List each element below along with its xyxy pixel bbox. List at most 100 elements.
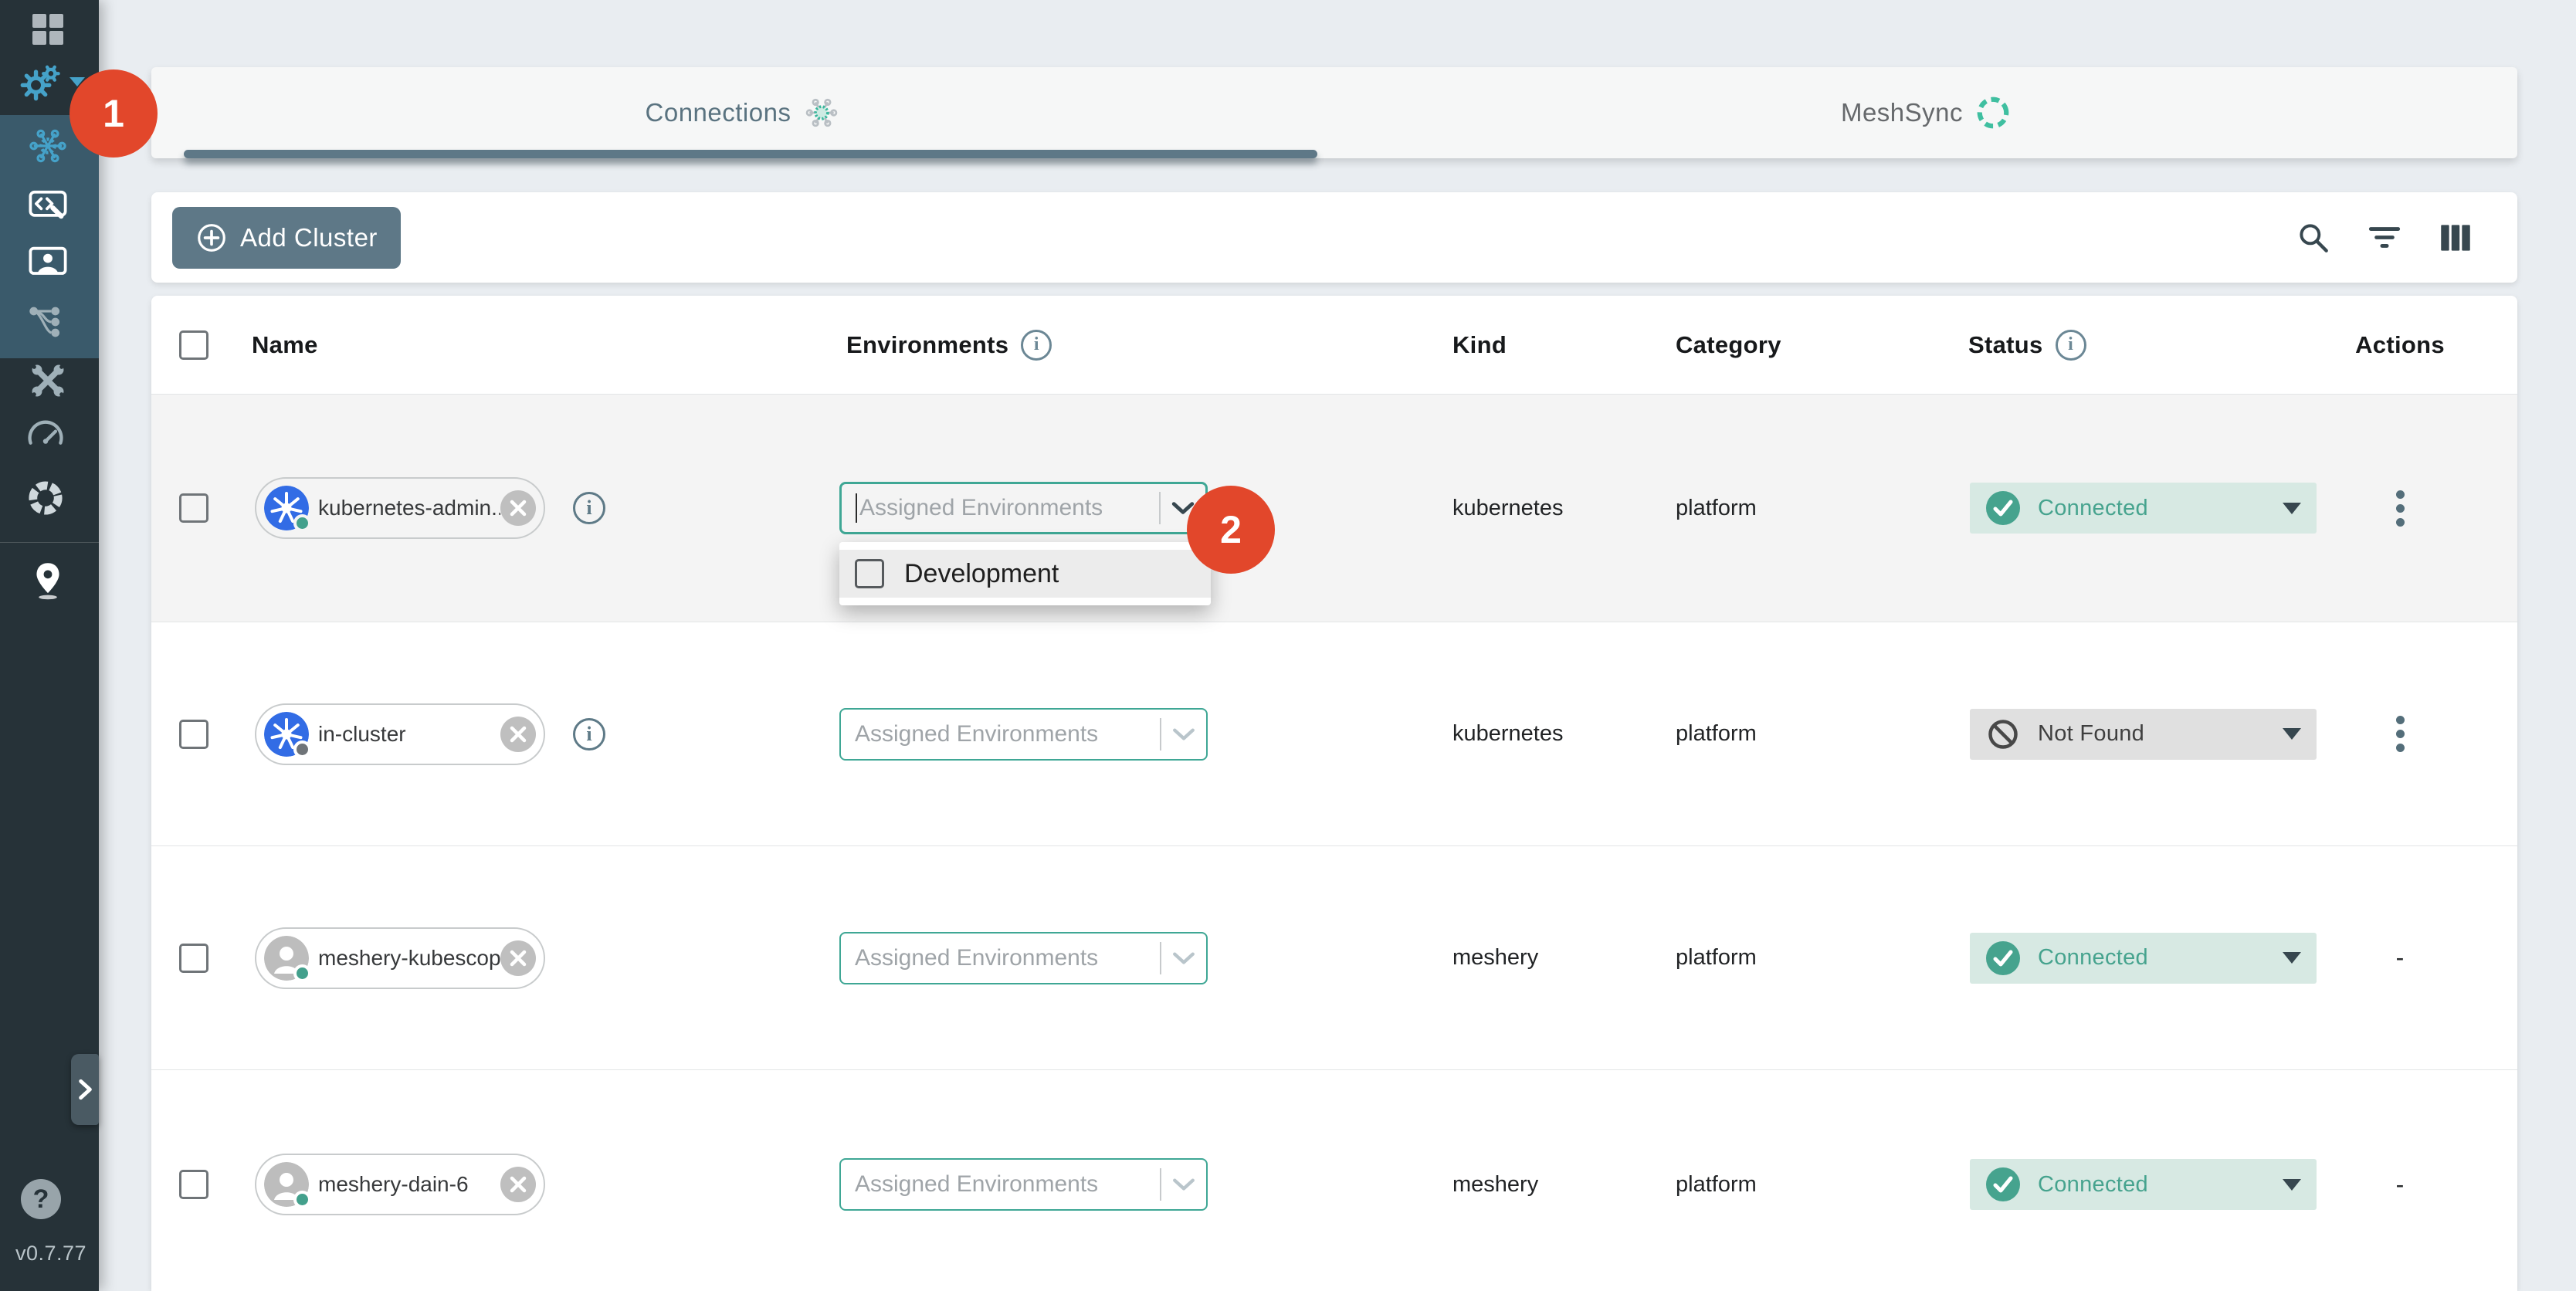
no-actions-placeholder: - bbox=[2396, 944, 2405, 972]
tab-connections[interactable]: Connections bbox=[151, 67, 1334, 158]
plus-circle-icon bbox=[195, 222, 228, 254]
app-version: v0.7.77 bbox=[15, 1242, 86, 1266]
environments-select[interactable]: Assigned Environments bbox=[839, 1158, 1208, 1211]
annotation-badge-2: 2 bbox=[1187, 486, 1275, 574]
sidebar-expand-button[interactable] bbox=[71, 1054, 99, 1125]
table-row: in-cluster i Assigned Environments bbox=[151, 622, 2517, 845]
connections-mesh-icon[interactable] bbox=[26, 124, 69, 168]
row-checkbox[interactable] bbox=[179, 1170, 208, 1199]
column-header-name: Name bbox=[236, 331, 831, 359]
select-divider bbox=[1160, 942, 1161, 974]
table-row: meshery-dain-6 Assigned Environments bbox=[151, 1069, 2517, 1291]
category-cell: platform bbox=[1649, 945, 1920, 971]
table-header-row: Name Environments i Kind Category Status… bbox=[151, 296, 2517, 394]
connection-chip[interactable]: kubernetes-admin... bbox=[255, 477, 545, 539]
connection-info-icon[interactable]: i bbox=[573, 492, 605, 524]
connections-mesh-icon bbox=[803, 94, 840, 131]
info-icon[interactable]: i bbox=[2056, 330, 2086, 361]
environments-dropdown-menu: Development bbox=[839, 542, 1211, 605]
table-toolbar: Add Cluster bbox=[151, 192, 2517, 283]
toolbox-wrenches-icon[interactable] bbox=[26, 359, 69, 402]
column-header-category: Category bbox=[1649, 331, 1920, 359]
category-cell: platform bbox=[1649, 496, 1920, 521]
performance-gauge-icon[interactable] bbox=[24, 414, 67, 457]
status-dropdown[interactable]: Connected bbox=[1970, 933, 2317, 984]
toolbar-actions bbox=[2293, 218, 2476, 258]
connection-name: kubernetes-admin... bbox=[309, 496, 500, 520]
status-dropdown[interactable]: Not Found bbox=[1970, 709, 2317, 760]
row-actions-menu-icon[interactable] bbox=[2390, 484, 2411, 533]
status-label: Connected bbox=[2038, 945, 2148, 971]
text-cursor bbox=[856, 493, 857, 523]
category-cell: platform bbox=[1649, 721, 1920, 747]
connection-info-icon[interactable]: i bbox=[573, 718, 605, 751]
code-playground-icon[interactable] bbox=[26, 184, 69, 227]
check-circle-icon bbox=[1985, 490, 2021, 526]
location-pin-icon[interactable] bbox=[26, 560, 69, 603]
delete-connection-icon[interactable] bbox=[500, 717, 536, 752]
table-row: kubernetes-admin... i Assigned Environme… bbox=[151, 394, 2517, 622]
filter-icon[interactable] bbox=[2364, 218, 2405, 258]
chevron-down-icon[interactable] bbox=[1172, 727, 1195, 742]
environments-placeholder: Assigned Environments bbox=[855, 721, 1155, 747]
delete-connection-icon[interactable] bbox=[500, 940, 536, 976]
user-avatar-icon bbox=[264, 1162, 309, 1207]
connections-table: Name Environments i Kind Category Status… bbox=[151, 296, 2517, 1291]
tab-meshsync[interactable]: MeshSync bbox=[1334, 67, 2517, 158]
delete-connection-icon[interactable] bbox=[500, 490, 536, 526]
apps-grid-icon[interactable] bbox=[30, 12, 66, 47]
main-content: Connections MeshSync bbox=[99, 0, 2576, 1291]
category-cell: platform bbox=[1649, 1172, 1920, 1198]
faceted-ring-icon[interactable] bbox=[24, 476, 67, 520]
connection-name: meshery-kubescop... bbox=[309, 946, 500, 971]
row-checkbox[interactable] bbox=[179, 944, 208, 973]
row-checkbox[interactable] bbox=[179, 720, 208, 749]
sidebar: ? v0.7.77 bbox=[0, 0, 99, 1291]
chevron-right-icon bbox=[76, 1078, 93, 1101]
status-dot-connected bbox=[293, 1191, 311, 1208]
select-divider bbox=[1160, 718, 1161, 751]
annotation-badge-1: 1 bbox=[69, 69, 158, 158]
select-all-checkbox[interactable] bbox=[179, 330, 208, 360]
environment-option-checkbox[interactable] bbox=[855, 559, 884, 588]
environments-select[interactable]: Assigned Environments bbox=[839, 482, 1208, 534]
environments-placeholder: Assigned Environments bbox=[859, 495, 1154, 521]
chevron-down-icon[interactable] bbox=[1172, 950, 1195, 966]
environments-select[interactable]: Assigned Environments bbox=[839, 708, 1208, 761]
column-header-actions: Actions bbox=[2283, 331, 2517, 359]
status-dropdown[interactable]: Connected bbox=[1970, 1159, 2317, 1210]
column-header-environments: Environments i bbox=[831, 330, 1387, 361]
tab-bar: Connections MeshSync bbox=[151, 67, 2517, 158]
search-icon[interactable] bbox=[2293, 218, 2334, 258]
delete-connection-icon[interactable] bbox=[500, 1167, 536, 1202]
environment-option[interactable]: Development bbox=[839, 550, 1211, 598]
meshsync-spinner-icon bbox=[1975, 95, 2011, 130]
help-icon[interactable]: ? bbox=[21, 1179, 61, 1219]
active-tab-indicator bbox=[184, 150, 1317, 158]
not-found-icon bbox=[1985, 717, 2021, 752]
view-columns-icon[interactable] bbox=[2435, 218, 2476, 258]
row-checkbox[interactable] bbox=[179, 493, 208, 523]
kubernetes-icon bbox=[264, 712, 309, 757]
tab-connections-label: Connections bbox=[646, 98, 791, 127]
connection-chip[interactable]: in-cluster bbox=[255, 703, 545, 765]
status-label: Not Found bbox=[2038, 721, 2144, 747]
column-header-status: Status i bbox=[1920, 330, 2283, 361]
chevron-down-icon[interactable] bbox=[1172, 1177, 1195, 1192]
status-dropdown[interactable]: Connected bbox=[1970, 483, 2317, 534]
connection-chip[interactable]: meshery-dain-6 bbox=[255, 1154, 545, 1215]
status-label: Connected bbox=[2038, 1172, 2148, 1198]
info-icon[interactable]: i bbox=[1021, 330, 1052, 361]
add-cluster-label: Add Cluster bbox=[240, 223, 378, 252]
sidebar-divider bbox=[0, 542, 99, 543]
environments-select[interactable]: Assigned Environments bbox=[839, 932, 1208, 984]
row-actions-menu-icon[interactable] bbox=[2390, 710, 2411, 758]
check-circle-icon bbox=[1985, 1167, 2021, 1202]
kind-cell: kubernetes bbox=[1387, 496, 1649, 521]
connection-chip[interactable]: meshery-kubescop... bbox=[255, 927, 545, 989]
add-cluster-button[interactable]: Add Cluster bbox=[172, 207, 401, 269]
user-session-icon[interactable] bbox=[26, 241, 69, 284]
pipeline-icon[interactable] bbox=[26, 300, 69, 344]
user-avatar-icon bbox=[264, 936, 309, 981]
kind-cell: meshery bbox=[1387, 945, 1649, 971]
